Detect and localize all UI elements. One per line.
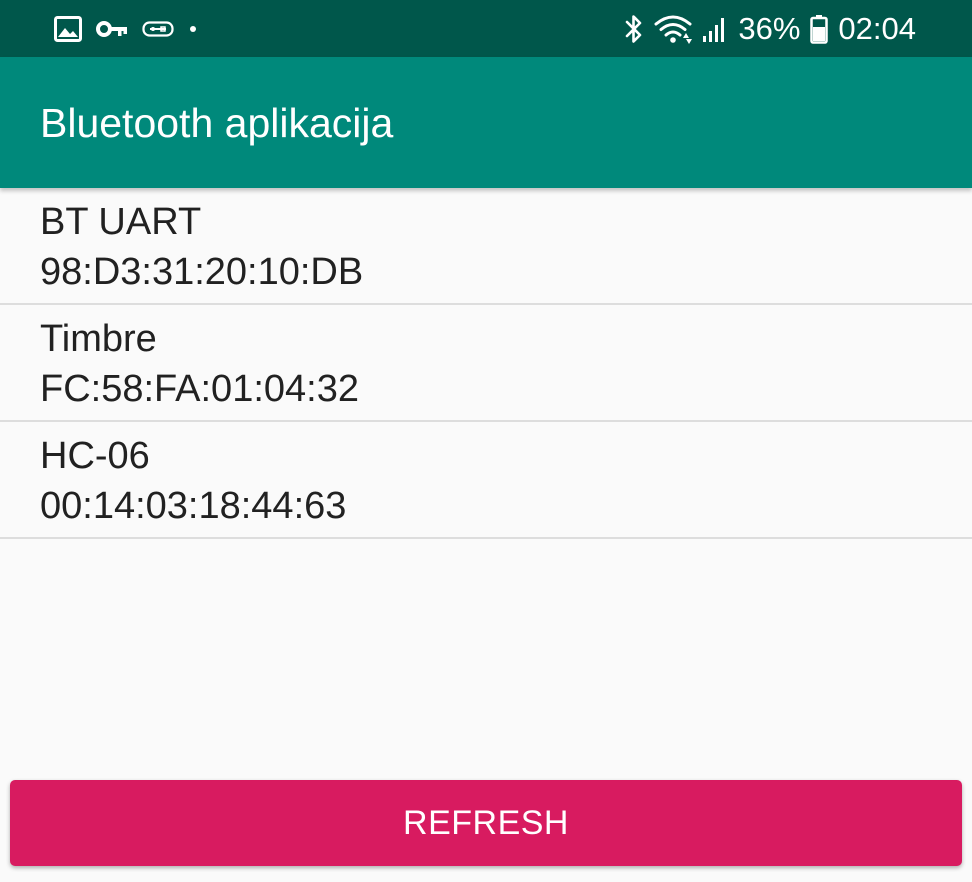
device-mac-address: FC:58:FA:01:04:32	[40, 368, 359, 410]
battery-percent: 36%	[738, 11, 801, 46]
usb-icon	[142, 19, 174, 39]
device-name: BT UART	[40, 201, 202, 243]
device-list-item[interactable]: HC-06 00:14:03:18:44:63	[0, 422, 972, 539]
refresh-button[interactable]: REFRESH	[10, 780, 962, 866]
device-list: BT UART 98:D3:31:20:10:DB Timbre FC:58:F…	[0, 188, 972, 539]
bluetooth-icon	[624, 14, 644, 44]
page-title: Bluetooth aplikacija	[40, 100, 394, 146]
device-name: HC-06	[40, 435, 150, 477]
device-mac-address: 00:14:03:18:44:63	[40, 485, 347, 527]
battery-icon	[810, 14, 829, 44]
dot-icon	[188, 24, 198, 34]
wifi-icon	[654, 14, 693, 44]
image-icon	[54, 16, 82, 42]
status-bar: 36% 02:04	[0, 0, 972, 57]
signal-icon	[702, 15, 728, 43]
device-list-item[interactable]: BT UART 98:D3:31:20:10:DB	[0, 188, 972, 305]
device-list-item[interactable]: Timbre FC:58:FA:01:04:32	[0, 305, 972, 422]
notification-icons	[54, 14, 198, 44]
clock: 02:04	[838, 11, 916, 46]
device-mac-address: 98:D3:31:20:10:DB	[40, 251, 364, 293]
refresh-button-label: REFRESH	[403, 803, 569, 842]
device-name: Timbre	[40, 318, 157, 360]
app-bar: Bluetooth aplikacija	[0, 57, 972, 188]
system-status: 36% 02:04	[624, 12, 916, 46]
key-icon	[96, 19, 128, 39]
